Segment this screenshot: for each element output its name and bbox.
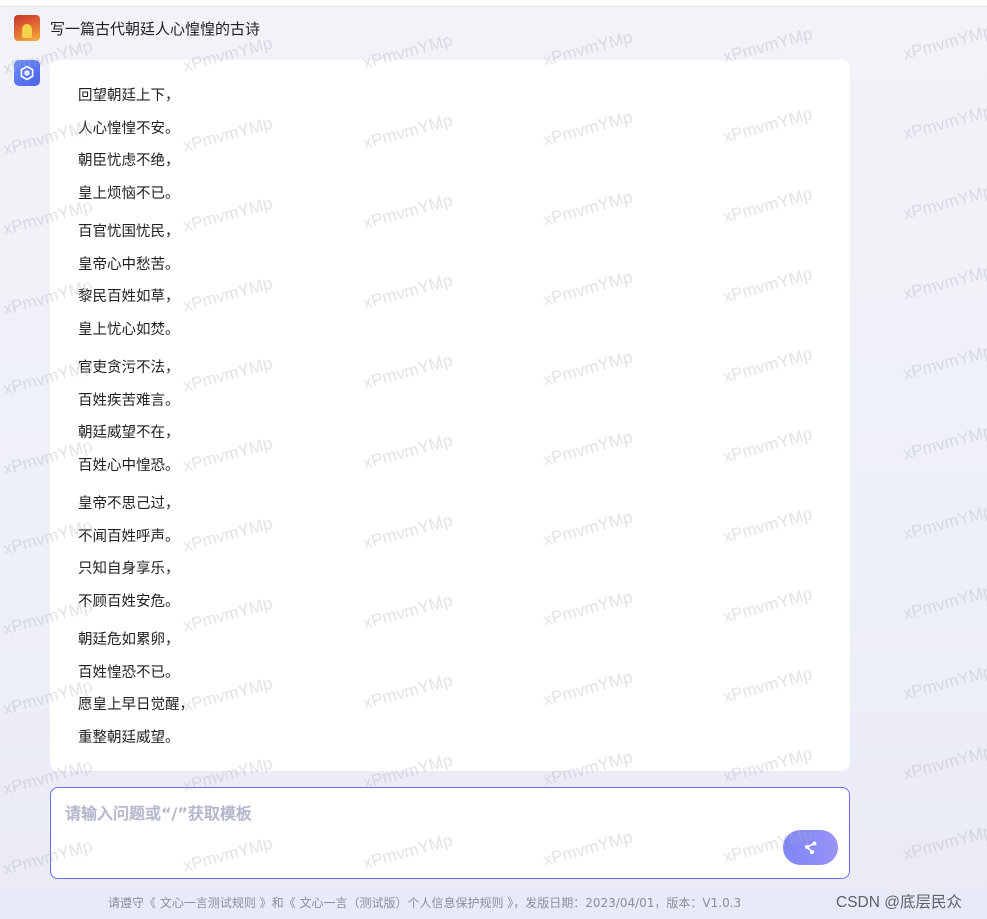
poem-stanza: 皇帝不思己过， 不闻百姓呼声。 只知自身享乐， 不顾百姓安危。	[78, 488, 850, 618]
csdn-credit: CSDN @底层民众	[836, 894, 962, 911]
poem-line: 百姓心中惶恐。	[78, 457, 180, 474]
watermark-text: xPmvmYMp	[900, 261, 987, 304]
watermark-text: xPmvmYMp	[900, 101, 987, 144]
bot-answer-card: 回望朝廷上下， 人心惶惶不安。 朝臣忧虑不绝， 皇上烦恼不已。 百官忧国忧民， …	[50, 60, 850, 771]
top-bar	[0, 0, 987, 7]
poem-line: 官吏贪污不法，	[78, 360, 180, 376]
poem-line: 只知自身享乐，	[78, 561, 180, 577]
watermark-text: xPmvmYMp	[900, 421, 987, 464]
poem-stanza: 回望朝廷上下， 人心惶惶不安。 朝臣忧虑不绝， 皇上烦恼不已。	[78, 80, 850, 210]
poem-line: 朝廷危如累卵，	[78, 632, 180, 648]
question-input[interactable]	[65, 798, 765, 828]
poem-line: 朝廷威望不在，	[78, 425, 180, 441]
poem-line: 回望朝廷上下，	[78, 88, 180, 104]
poem-line: 皇上忧心如焚。	[78, 321, 180, 338]
watermark-text: xPmvmYMp	[900, 581, 987, 624]
watermark-text: xPmvmYMp	[900, 741, 987, 784]
watermark-text: xPmvmYMp	[900, 21, 987, 64]
poem-line: 不顾百姓安危。	[78, 593, 180, 610]
user-message: 写一篇古代朝廷人心惶惶的古诗	[14, 15, 260, 41]
watermark-text: xPmvmYMp	[900, 181, 987, 224]
poem-stanza: 官吏贪污不法， 百姓疾苦难言。 朝廷威望不在， 百姓心中惶恐。	[78, 352, 850, 482]
user-avatar	[14, 15, 40, 41]
poem-line: 愿皇上早日觉醒，	[78, 697, 194, 713]
send-button[interactable]	[783, 830, 838, 865]
poem-line: 百姓惶恐不已。	[78, 664, 180, 681]
poem-line: 皇上烦恼不已。	[78, 185, 180, 202]
watermark-text: xPmvmYMp	[900, 341, 987, 384]
poem-stanza: 百官忧国忧民， 皇帝心中愁苦。 黎民百姓如草， 皇上忧心如焚。	[78, 216, 850, 346]
watermark-text: xPmvmYMp	[900, 661, 987, 704]
poem-line: 黎民百姓如草，	[78, 289, 180, 305]
poem-line: 重整朝廷威望。	[78, 729, 180, 746]
poem-line: 不闻百姓呼声。	[78, 528, 180, 545]
watermark-text: xPmvmYMp	[900, 501, 987, 544]
ernie-bot-logo-icon	[20, 65, 34, 81]
send-icon	[804, 841, 816, 854]
poem-line: 百姓疾苦难言。	[78, 392, 180, 409]
poem-line: 皇帝不思己过，	[78, 496, 180, 512]
watermark-text: xPmvmYMp	[900, 821, 987, 864]
poem-line: 百官忧国忧民，	[78, 224, 180, 240]
poem-line: 人心惶惶不安。	[78, 120, 180, 137]
question-input-box[interactable]	[50, 787, 850, 879]
poem-line: 皇帝心中愁苦。	[78, 256, 180, 273]
poem-stanza: 朝廷危如累卵， 百姓惶恐不已。 愿皇上早日觉醒， 重整朝廷威望。	[78, 624, 850, 754]
user-question-text: 写一篇古代朝廷人心惶惶的古诗	[50, 19, 261, 38]
poem-line: 朝臣忧虑不绝，	[78, 153, 180, 169]
footer-note: 请遵守《 文心一言测试规则 》和《 文心一言（测试版）个人信息保护规则 》，发版…	[108, 896, 742, 910]
bot-avatar	[14, 60, 40, 86]
